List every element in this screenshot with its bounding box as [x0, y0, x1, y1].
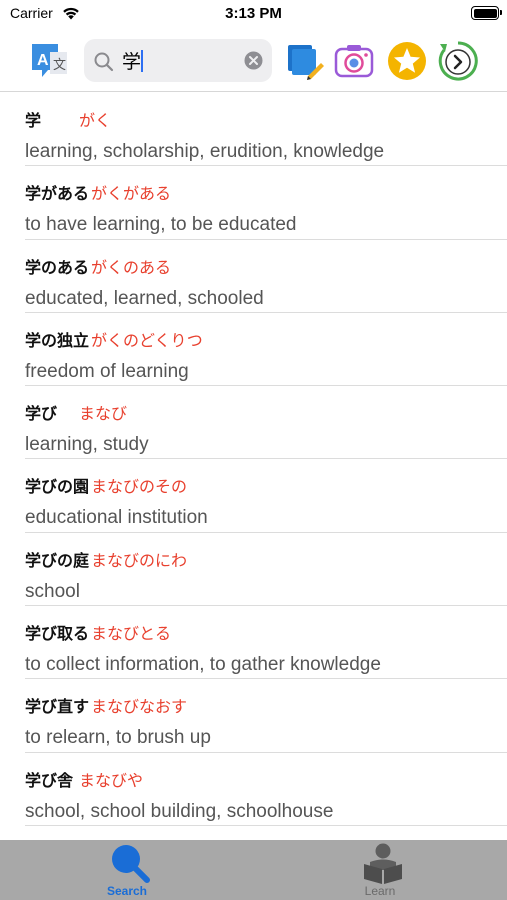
list-item[interactable]: 学 がく learning, scholarship, erudition, kn… — [25, 93, 507, 167]
battery-icon — [471, 6, 502, 20]
entry-word: 学び取る — [25, 624, 90, 644]
entry-word: 学がある — [25, 184, 90, 204]
list-item[interactable]: 学び取る まなびとる to collect information, to gat… — [25, 606, 507, 680]
entry-meaning: school — [25, 580, 80, 602]
tab-search-label: Search — [106, 884, 148, 898]
list-item[interactable]: 学びの園 まなびのその educational institution — [25, 459, 507, 533]
entry-word: 学の独立 — [25, 330, 90, 350]
list-item[interactable]: 学び まなび learning, study — [25, 386, 507, 460]
star-icon[interactable] — [386, 40, 428, 82]
search-icon — [94, 52, 114, 72]
entry-reading: がくのある — [91, 257, 172, 277]
entry-meaning: educated, learned, schooled — [25, 287, 264, 309]
text-cursor — [141, 50, 143, 72]
entry-meaning: school, school building, schoolhouse — [25, 800, 334, 822]
entry-meaning: learning, scholarship, erudition, knowle… — [25, 141, 385, 162]
reader-icon — [364, 843, 402, 884]
clear-text-icon[interactable] — [244, 51, 263, 70]
entry-reading: まなび — [79, 404, 128, 424]
tab-bar: Search Learn — [0, 840, 507, 900]
edit-icon[interactable] — [284, 40, 326, 82]
entry-reading: がくがある — [91, 184, 172, 204]
toolbar: A 文 — [0, 30, 507, 92]
entry-meaning: learning, study — [25, 434, 149, 456]
entry-meaning: educational institution — [25, 507, 208, 529]
entry-word: 学びの庭 — [25, 550, 90, 570]
entry-word: 学びの園 — [25, 477, 90, 497]
search-icon — [112, 845, 150, 883]
clock: 3:13 PM — [225, 5, 282, 22]
entry-reading: まなびのその — [91, 477, 188, 497]
entry-reading: まなびや — [79, 770, 144, 790]
list-item[interactable]: 学び直す まなびなおす to relearn, to brush up — [25, 679, 507, 753]
entry-reading: がく — [79, 111, 112, 130]
list-item[interactable]: 学の独立 がくのどくりつ freedom of learning — [25, 313, 507, 387]
entry-word: 学び直す — [25, 697, 90, 717]
entry-meaning: to relearn, to brush up — [25, 727, 211, 749]
svg-text:文: 文 — [53, 58, 66, 73]
entry-meaning: to have learning, to be educated — [25, 214, 297, 236]
tab-search[interactable]: Search — [67, 840, 187, 900]
entry-word: 学び舎 — [25, 770, 74, 790]
entry-meaning: freedom of learning — [25, 360, 189, 382]
list-item[interactable]: 学び舎 まなびや school, school building, schoolh… — [25, 753, 507, 826]
list-item[interactable]: 学びの庭 まなびのにわ school — [25, 533, 507, 607]
entry-word: 学のある — [25, 257, 90, 277]
list-item[interactable]: 学がある がくがある to have learning, to be educat… — [25, 166, 507, 240]
tab-learn-label: Learn — [364, 884, 396, 898]
camera-icon[interactable] — [333, 40, 375, 82]
refresh-icon[interactable] — [437, 40, 479, 82]
translate-icon[interactable]: A 文 — [28, 40, 70, 82]
entry-reading: がくのどくりつ — [91, 330, 203, 350]
entry-meaning: to collect information, to gather knowle… — [25, 654, 381, 676]
status-bar: Carrier 3:13 PM — [0, 0, 507, 30]
search-field[interactable] — [84, 39, 272, 82]
entry-reading: まなびなおす — [91, 697, 188, 717]
list-item[interactable]: 学のある がくのある educated, learned, schooled — [25, 240, 507, 313]
entry-reading: まなびとる — [91, 624, 172, 644]
entry-word: 学 — [25, 111, 42, 130]
results-list: 学 がく learning, scholarship, erudition, kn… — [0, 93, 507, 840]
tab-learn[interactable]: Learn — [320, 840, 440, 900]
svg-text:A: A — [37, 52, 49, 69]
entry-reading: まなびのにわ — [91, 550, 188, 570]
entry-word: 学び — [25, 404, 58, 424]
search-input[interactable] — [122, 47, 230, 74]
